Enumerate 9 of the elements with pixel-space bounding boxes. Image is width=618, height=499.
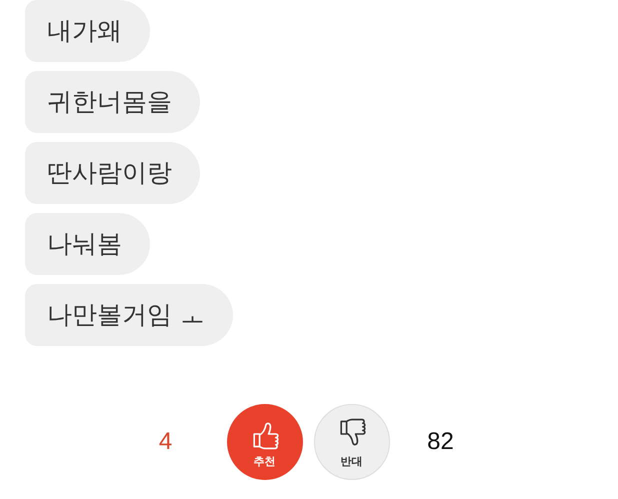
downvote-button[interactable]: 반대	[314, 404, 390, 480]
message-bubble: 딴사람이랑	[25, 142, 200, 204]
message-bubble: 나만볼거임 ㅗ	[25, 284, 233, 346]
message-bubble: 내가왜	[25, 0, 150, 62]
message-bubble: 귀한너몸을	[25, 71, 200, 133]
upvote-count: 4	[158, 428, 174, 456]
message-bubble: 나눠봄	[25, 213, 150, 275]
downvote-count: 82	[426, 428, 455, 456]
upvote-button[interactable]: 추천	[226, 404, 302, 480]
